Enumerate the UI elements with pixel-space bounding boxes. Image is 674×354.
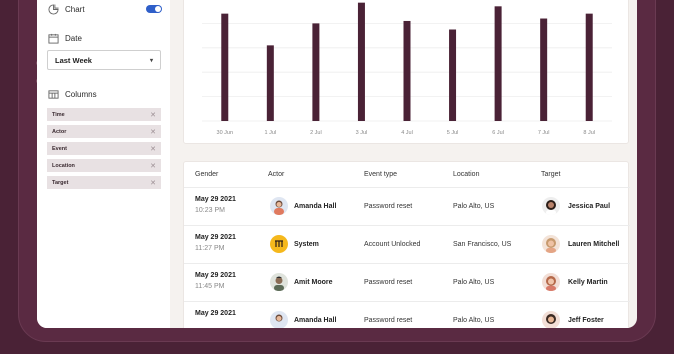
location: San Francisco, US: [453, 241, 512, 248]
chart-bar[interactable]: [357, 2, 365, 121]
calendar-icon: [47, 32, 59, 44]
table-row[interactable]: May 29 2021 11:45 PM Amit Moore Password…: [184, 264, 630, 302]
avatar: [542, 311, 560, 328]
close-icon[interactable]: ✕: [150, 179, 156, 187]
location: Palo Alto, US: [453, 203, 495, 210]
chart-bar[interactable]: [585, 13, 593, 121]
chart-bar[interactable]: [312, 23, 320, 121]
close-icon[interactable]: ✕: [150, 111, 156, 119]
x-tick-label: 3 Jul: [356, 130, 368, 136]
chart-bar[interactable]: [449, 29, 457, 122]
column-chip-location: Location ✕: [47, 159, 161, 172]
avatar: [542, 235, 560, 253]
header-event-type[interactable]: Event type: [364, 171, 397, 178]
location: Palo Alto, US: [453, 317, 495, 324]
row-date: May 29 2021: [195, 196, 236, 203]
app-screen: Chart Date Last Week ▾ Columns Time ✕ Ac…: [37, 0, 637, 328]
column-chip-label: Event: [52, 145, 67, 152]
x-tick-label: 1 Jul: [265, 130, 277, 136]
actor-name: Amit Moore: [294, 279, 333, 286]
x-tick-label: 5 Jul: [447, 130, 459, 136]
chart-label: Chart: [65, 4, 85, 14]
avatar: [270, 197, 288, 215]
avatar: [270, 311, 288, 328]
sidebar: Chart Date Last Week ▾ Columns Time ✕ Ac…: [37, 0, 170, 328]
x-tick-label: 2 Jul: [310, 130, 322, 136]
column-chip-label: Actor: [52, 128, 67, 135]
header-target[interactable]: Target: [541, 171, 560, 178]
event-type: Password reset: [364, 317, 413, 324]
row-time: 11:27 PM: [195, 245, 225, 252]
actor-name: Amanda Hall: [294, 203, 337, 210]
event-type: Account Unlocked: [364, 241, 421, 248]
column-chip-label: Time: [52, 111, 65, 118]
bar-chart: 30 Jun 1 Jul 2 Jul 3 Jul 4 Jul 5 Jul 6 Jul 7 Ju…: [202, 2, 612, 136]
close-icon[interactable]: ✕: [150, 128, 156, 136]
row-date: May 29 2021: [195, 272, 236, 279]
events-table: Gender Actor Event type Location Target …: [183, 161, 630, 328]
column-chip-time: Time ✕: [47, 108, 161, 121]
header-actor[interactable]: Actor: [268, 171, 284, 178]
column-chip-target: Target ✕: [47, 176, 161, 189]
row-time: 10:23 PM: [195, 207, 225, 214]
location: Palo Alto, US: [453, 279, 495, 286]
x-tick-label: 6 Jul: [492, 130, 504, 136]
chart-bar[interactable]: [403, 20, 411, 121]
columns-row: Columns: [47, 88, 97, 100]
chart-toggle-row[interactable]: Chart: [47, 3, 85, 15]
avatar: [542, 197, 560, 215]
target-name: Kelly Martin: [568, 279, 608, 286]
close-icon[interactable]: ✕: [150, 162, 156, 170]
columns-label: Columns: [65, 89, 97, 99]
date-row: Date: [47, 32, 82, 44]
chart-bar[interactable]: [540, 18, 548, 121]
target-name: Jeff Foster: [568, 317, 604, 324]
actor-name: System: [294, 241, 319, 248]
chevron-down-icon: ▾: [149, 57, 153, 64]
event-type: Password reset: [364, 279, 413, 286]
avatar: [270, 273, 288, 291]
header-location[interactable]: Location: [453, 171, 479, 178]
actor-name: Amanda Hall: [294, 317, 337, 324]
x-tick-label: 4 Jul: [401, 130, 413, 136]
date-label: Date: [65, 33, 82, 43]
column-chip-actor: Actor ✕: [47, 125, 161, 138]
target-name: Lauren Mitchell: [568, 241, 620, 248]
chart-icon: [47, 3, 59, 15]
table-icon: [47, 88, 59, 100]
target-name: Jessica Paul: [568, 203, 611, 210]
x-tick-label: 7 Jul: [538, 130, 550, 136]
chart-bar[interactable]: [266, 45, 274, 121]
table-header: Gender Actor Event type Location Target: [184, 162, 630, 188]
system-badge-icon: [270, 235, 288, 253]
chart-toggle-switch[interactable]: [146, 5, 162, 13]
column-chip-event: Event ✕: [47, 142, 161, 155]
chart-panel: 30 Jun 1 Jul 2 Jul 3 Jul 4 Jul 5 Jul 6 Jul 7 Ju…: [183, 0, 629, 144]
table-row[interactable]: May 29 2021 10:23 PM Amanda Hall Passwor…: [184, 188, 630, 226]
row-time: 11:45 PM: [195, 283, 225, 290]
event-type: Password reset: [364, 203, 413, 210]
row-date: May 29 2021: [195, 234, 236, 241]
header-gender[interactable]: Gender: [195, 171, 218, 178]
x-tick-label: 30 Jun: [217, 130, 234, 136]
chart-bar[interactable]: [494, 6, 502, 121]
chart-bar[interactable]: [221, 13, 229, 121]
close-icon[interactable]: ✕: [150, 145, 156, 153]
date-range-select[interactable]: Last Week ▾: [47, 50, 161, 70]
column-chip-label: Target: [52, 179, 69, 186]
table-row[interactable]: May 29 2021 Amanda Hall Password reset P…: [184, 302, 630, 328]
avatar: [542, 273, 560, 291]
date-range-value: Last Week: [55, 55, 92, 65]
row-date: May 29 2021: [195, 310, 236, 317]
x-tick-label: 8 Jul: [583, 130, 595, 136]
table-row[interactable]: May 29 2021 11:27 PM System Account Unlo…: [184, 226, 630, 264]
column-chip-label: Location: [52, 162, 75, 169]
